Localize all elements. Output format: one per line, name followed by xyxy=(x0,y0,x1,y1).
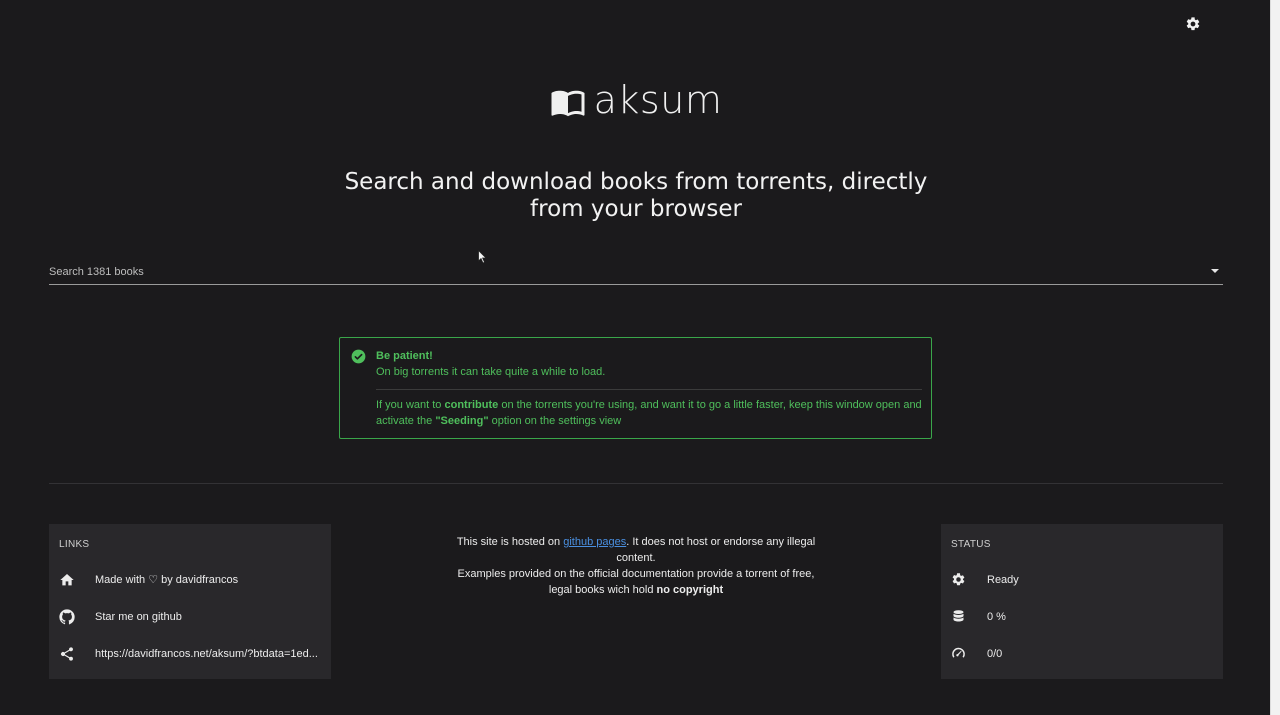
status-progress: 0 % xyxy=(941,598,1223,635)
status-state: Ready xyxy=(941,561,1223,598)
database-icon xyxy=(953,610,964,622)
github-pages-link[interactable]: github pages xyxy=(563,536,626,548)
links-panel: LINKS Made with ♡ by davidfrancos Star m… xyxy=(49,524,331,679)
disclaimer-hosting: This site is hosted on github pages. It … xyxy=(456,536,816,564)
page-headline: Search and download books from torrents,… xyxy=(344,169,928,222)
check-circle-icon xyxy=(351,349,366,364)
status-panel-title: STATUS xyxy=(951,539,991,550)
link-made-with[interactable]: Made with ♡ by davidfrancos xyxy=(49,561,331,598)
patience-notice: Be patient! On big torrents it can take … xyxy=(339,337,932,439)
github-icon xyxy=(59,608,75,624)
notice-message: On big torrents it can take quite a whil… xyxy=(376,366,606,378)
link-label: Star me on github xyxy=(95,610,182,623)
hosting-disclaimer: This site is hosted on github pages. It … xyxy=(446,534,826,598)
app-name: aksum xyxy=(593,78,723,122)
disclaimer-examples: Examples provided on the official docume… xyxy=(457,568,815,596)
gear-icon xyxy=(1186,17,1200,31)
link-github[interactable]: Star me on github xyxy=(49,598,331,635)
notice-title: Be patient! xyxy=(376,350,433,362)
notice-paragraph: If you want to contribute on the torrent… xyxy=(376,399,922,427)
app-logo: aksum xyxy=(0,78,1272,122)
status-label: Ready xyxy=(987,573,1019,586)
book-icon xyxy=(551,90,585,117)
speedometer-icon xyxy=(952,647,965,658)
status-panel: STATUS Ready 0 % 0/0 xyxy=(941,524,1223,679)
status-peers: 0/0 xyxy=(941,635,1223,672)
settings-button[interactable] xyxy=(1183,14,1203,34)
vertical-scrollbar[interactable] xyxy=(1270,0,1280,715)
dropdown-caret-icon[interactable] xyxy=(1211,269,1219,273)
link-label: https://davidfrancos.net/aksum/?btdata=1… xyxy=(95,647,318,660)
gear-icon xyxy=(952,573,965,586)
links-panel-title: LINKS xyxy=(59,539,90,550)
share-icon xyxy=(60,646,73,661)
home-icon xyxy=(60,573,74,585)
section-divider xyxy=(49,483,1223,484)
status-label: 0 % xyxy=(987,610,1006,623)
mouse-cursor-icon xyxy=(478,250,487,264)
app-page: aksum Search and download books from tor… xyxy=(0,0,1280,715)
notice-divider xyxy=(376,389,922,390)
search-bar xyxy=(49,260,1223,285)
link-label: Made with ♡ by davidfrancos xyxy=(95,574,239,586)
search-input[interactable] xyxy=(49,262,1189,282)
status-label: 0/0 xyxy=(987,647,1003,660)
link-share-url[interactable]: https://davidfrancos.net/aksum/?btdata=1… xyxy=(49,635,331,672)
